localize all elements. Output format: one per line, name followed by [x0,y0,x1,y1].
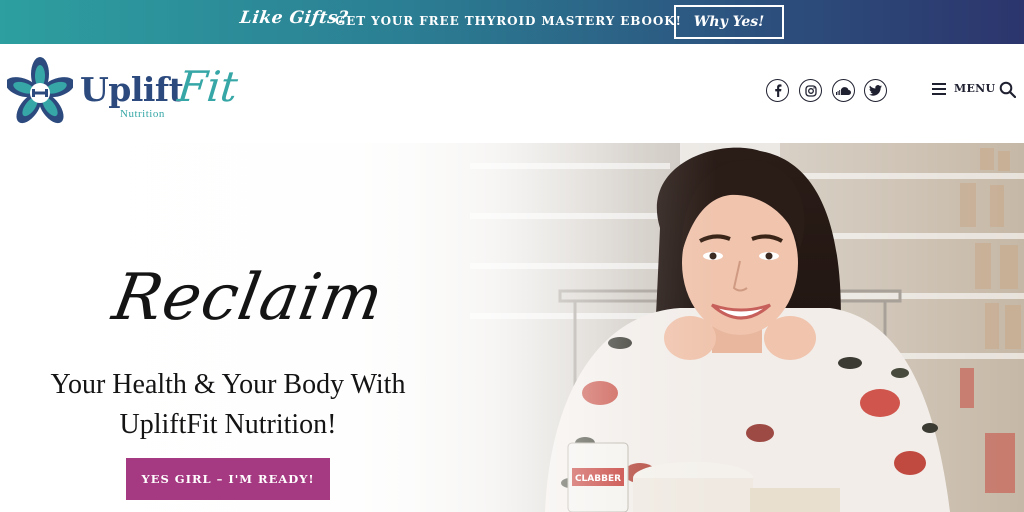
hamburger-menu-icon[interactable] [932,83,946,95]
hero-heading-line2: UpliftFit Nutrition! [119,409,337,440]
flower-logo-icon [7,57,73,124]
soundcloud-icon[interactable] [832,79,855,102]
facebook-icon[interactable] [766,79,789,102]
promo-bar: Like Gifts? GET YOUR FREE THYROID MASTER… [0,0,1024,44]
logo-primary-text: Uplift [80,70,184,109]
twitter-icon[interactable] [864,79,887,102]
search-icon [999,81,1016,98]
hero-script-heading: Reclaim [107,261,390,335]
logo-secondary-text: Fit [175,62,241,111]
hero-heading-line1: Your Health & Your Body With [50,369,406,400]
promo-button[interactable]: Why Yes! [674,5,784,39]
promo-script-text: Like Gifts? [238,8,350,28]
promo-text: GET YOUR FREE THYROID MASTERY EBOOK! [335,14,682,28]
menu-label[interactable]: MENU [954,82,995,95]
hero-section: CLABBER Reclaim Your Health & Your Body … [0,143,1024,512]
cta-button[interactable]: YES GIRL – I'M READY! [126,458,330,500]
site-header: Uplift Fit Nutrition MENU [0,44,1024,143]
instagram-icon[interactable] [799,79,822,102]
logo-tagline: Nutrition [120,108,165,120]
